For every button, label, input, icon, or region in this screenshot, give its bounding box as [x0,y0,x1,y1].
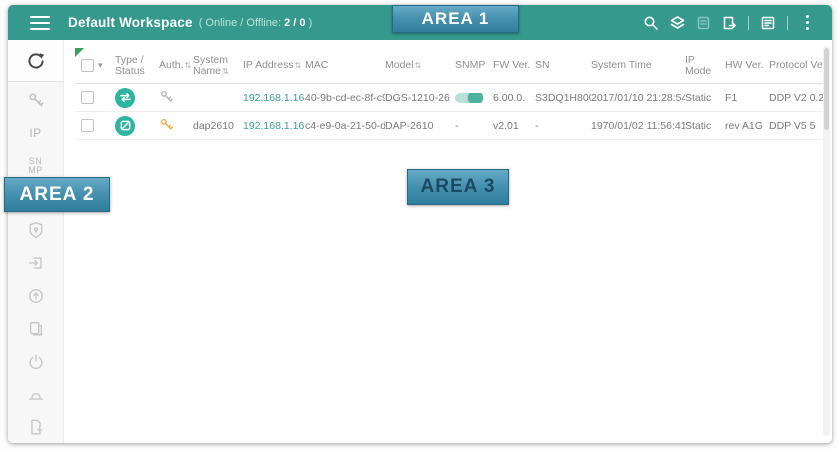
row-checkbox[interactable] [81,119,94,132]
mac-cell: 40-9b-cd-ec-8f-c9 [305,91,385,104]
col-system-time[interactable]: System Time [591,60,685,71]
col-auth[interactable]: Auth.⇅ [159,60,193,71]
header-divider [748,15,749,30]
status-count: 2 / 0 [284,16,306,29]
ip-mode-cell: Static [685,91,712,104]
table-row: 192.168.1.168 40-9b-cd-ec-8f-c9 DGS-1210… [75,84,830,112]
fw-ver-cell: 6.00.0. [493,91,526,104]
annotation-area-1: AREA 1 [392,5,519,33]
power-button[interactable] [8,347,63,377]
chevron-down-icon[interactable]: ▾ [98,60,103,71]
ip-label: IP [29,126,42,141]
archive-icon [690,12,716,34]
sn-cell: - [535,119,539,132]
hw-ver-cell: F1 [725,91,738,104]
export-box-button[interactable] [8,248,63,278]
table-header-row: ▾ Type / Status Auth.⇅ System Name⇅ IP A… [75,48,829,84]
ip-settings-button[interactable]: IP [8,118,63,148]
row-checkbox[interactable] [81,91,94,104]
copy-button[interactable] [8,314,63,344]
main-content: ▾ Type / Status Auth.⇅ System Name⇅ IP A… [64,40,832,443]
annotation-area-2: AREA 2 [4,177,110,212]
model-cell: DGS-1210-26 [385,91,450,104]
export-file-icon[interactable] [716,12,742,34]
col-ip-mode[interactable]: IP Mode [685,54,725,77]
ip-mode-cell: Static [685,119,712,132]
access-point-device-icon[interactable] [115,115,135,136]
snmp-toggle[interactable] [455,92,483,103]
search-icon[interactable] [638,12,664,34]
app-window: Default Workspace ( Online / Offline: 2 … [8,5,832,443]
device-table: ▾ Type / Status Auth.⇅ System Name⇅ IP A… [75,48,830,140]
kebab-menu-icon[interactable] [794,12,820,34]
sidebar: IP SNMP [8,40,64,443]
screenshot-root: Default Workspace ( Online / Offline: 2 … [0,0,839,450]
auth-key-icon [159,117,193,135]
credentials-key-button[interactable] [8,85,63,115]
scrollbar-thumb[interactable] [824,48,829,130]
window-body: IP SNMP ▾ Type / Status Auth.⇅ System Na… [8,40,832,443]
header-divider-2 [787,15,788,30]
annotation-area-3: AREA 3 [407,169,509,205]
model-cell: DAP-2610 [385,119,434,132]
vertical-scrollbar[interactable] [823,46,830,436]
col-type-status[interactable]: Type / Status [115,54,159,77]
switch-device-icon[interactable] [115,87,135,108]
ip-address-link[interactable]: 192.168.1.166 [243,120,305,132]
layers-icon[interactable] [664,12,690,34]
status-label: ( Online / Offline: [198,16,282,29]
security-shield-button[interactable] [8,215,63,245]
col-system-name[interactable]: System Name⇅ [193,54,243,77]
add-file-button[interactable] [8,413,63,443]
menu-hamburger-icon[interactable] [30,15,50,30]
online-offline-status: ( Online / Offline: 2 / 0 ) [199,17,313,29]
col-fw-ver[interactable]: FW Ver. [493,60,535,71]
refresh-button[interactable] [8,40,63,82]
fw-ver-cell: v2.01 [493,119,519,132]
table-row: dap2610 192.168.1.166 c4-e9-0a-21-50-d0 … [75,112,823,140]
system-name-cell: dap2610 [193,119,234,132]
workspace-title: Default Workspace [68,15,193,30]
col-ip-address[interactable]: IP Address⇅ [243,60,305,71]
sn-cell: S3DQ1H8000. [535,91,591,104]
select-all-checkbox[interactable] [81,59,94,72]
col-hw-ver[interactable]: HW Ver. [725,60,769,71]
form-report-icon[interactable] [755,12,781,34]
snmp-cell: - [455,119,459,132]
snmp-label: SNMP [28,156,43,176]
col-model[interactable]: Model⇅ [385,60,455,71]
col-snmp[interactable]: SNMP [455,60,493,71]
ping-button[interactable] [8,380,63,410]
system-time-cell: 2017/01/10 21:28:54 [591,91,685,104]
table-corner-marker [75,48,84,57]
status-suffix: ) [308,16,313,29]
system-time-cell: 1970/01/02 11:56:41 [591,119,685,132]
upgrade-button[interactable] [8,281,63,311]
col-mac[interactable]: MAC [305,60,385,71]
mac-cell: c4-e9-0a-21-50-d0 [305,119,385,132]
hw-ver-cell: rev A1G [725,119,763,132]
col-sn[interactable]: SN [535,60,591,71]
auth-key-icon [159,89,193,107]
ip-address-link[interactable]: 192.168.1.168 [243,92,305,104]
